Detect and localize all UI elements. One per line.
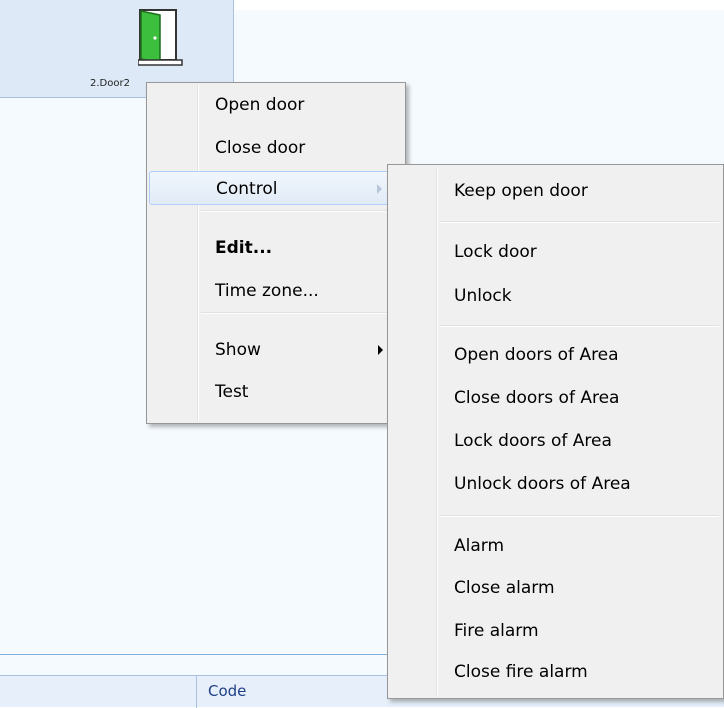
submenu-item-fire-alarm[interactable]: Fire alarm [390,614,721,648]
menu-item-time-zone[interactable]: Time zone... [149,274,403,308]
menu-item-label: Time zone... [215,281,319,301]
control-submenu: Keep open door Lock door Unlock Open doo… [387,164,724,699]
submenu-item-unlock-doors-of-area[interactable]: Unlock doors of Area [390,467,721,501]
door-context-menu: Open door Close door Control Edit... Tim… [146,82,406,424]
submenu-item-lock-doors-of-area[interactable]: Lock doors of Area [390,424,721,458]
menu-item-label: Open doors of Area [454,345,619,365]
menu-separator [201,210,401,212]
menu-item-label: Close door [215,138,306,158]
menu-item-label: Lock doors of Area [454,431,612,451]
menu-item-label: Show [215,340,261,360]
menu-item-label: Fire alarm [454,621,539,641]
submenu-arrow-icon [378,345,383,355]
menu-separator [201,312,401,314]
submenu-item-close-fire-alarm[interactable]: Close fire alarm [390,655,721,689]
submenu-item-close-doors-of-area[interactable]: Close doors of Area [390,381,721,415]
menu-item-test[interactable]: Test [149,375,403,409]
menu-item-label: Keep open door [454,181,588,201]
menu-item-edit[interactable]: Edit... [149,231,403,265]
menu-item-label: Close doors of Area [454,388,620,408]
column-header-code[interactable]: Code [208,682,246,700]
menu-separator [440,221,719,223]
menu-item-label: Close fire alarm [454,662,588,682]
submenu-item-keep-open-door[interactable]: Keep open door [390,174,721,208]
menu-item-label: Control [216,179,278,199]
menu-item-label: Unlock [454,286,512,306]
menu-item-label: Edit... [215,238,273,258]
submenu-arrow-icon [377,184,382,194]
menu-item-control[interactable]: Control [149,171,403,205]
menu-item-label: Unlock doors of Area [454,474,631,494]
door-label: 2.Door2 [90,78,130,89]
submenu-item-unlock[interactable]: Unlock [390,279,721,313]
menu-item-label: Test [215,382,249,402]
menu-separator [440,325,719,327]
submenu-item-lock-door[interactable]: Lock door [390,235,721,269]
submenu-item-close-alarm[interactable]: Close alarm [390,571,721,605]
menu-item-show[interactable]: Show [149,333,403,367]
menu-item-label: Open door [215,95,305,115]
menu-item-label: Alarm [454,536,505,556]
menu-item-label: Lock door [454,242,537,262]
menu-item-open-door[interactable]: Open door [149,88,403,122]
grid-column-divider[interactable] [196,676,197,708]
submenu-item-open-doors-of-area[interactable]: Open doors of Area [390,338,721,372]
menu-separator [440,515,719,517]
door-open-icon [138,9,183,66]
menu-item-close-door[interactable]: Close door [149,131,403,165]
menu-item-label: Close alarm [454,578,555,598]
submenu-item-alarm[interactable]: Alarm [390,529,721,563]
